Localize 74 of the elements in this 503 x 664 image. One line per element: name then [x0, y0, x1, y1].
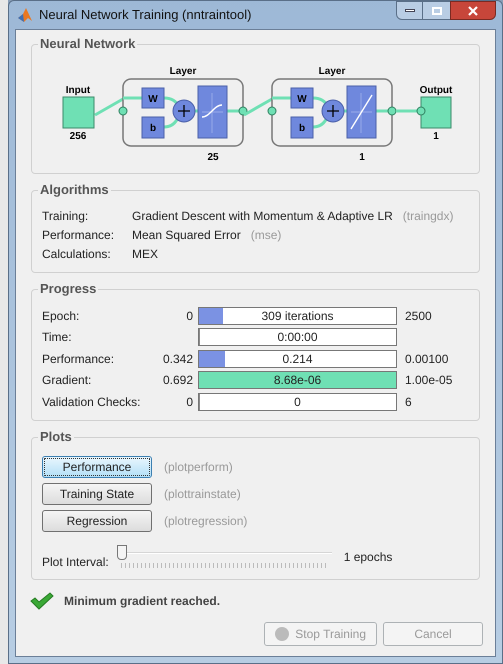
layer-label: Layer: [169, 66, 196, 77]
start-value: 0: [186, 394, 193, 411]
weight-block: [290, 88, 313, 108]
algorithm-value: Gradient Descent with Momentum & Adaptive LR: [132, 208, 393, 225]
output-block: [420, 96, 451, 128]
progress-value: 0.214: [282, 350, 313, 368]
progress-value: 309 iterations: [261, 308, 334, 325]
connection-line: [396, 110, 416, 112]
progress-label: Time:: [42, 329, 73, 346]
end-value: 2500: [404, 308, 432, 325]
minimize-button[interactable]: [396, 1, 423, 20]
layer-label: Layer: [318, 66, 345, 77]
algorithm-value: Mean Squared Error: [132, 227, 241, 244]
close-button[interactable]: [450, 1, 496, 20]
bias-label: b: [298, 123, 305, 134]
maximize-button[interactable]: [423, 1, 450, 20]
bias-block: [290, 116, 313, 138]
slider-value: 1 epochs: [344, 548, 392, 566]
bias-block: [141, 116, 164, 138]
group-title: Progress: [38, 281, 98, 297]
connector-dot-icon: [118, 106, 127, 116]
checkmark-icon: [30, 592, 54, 610]
output-size: 1: [432, 131, 438, 142]
end-value: 0.00100: [404, 350, 448, 368]
function-name: (plottrainstate): [164, 486, 241, 502]
progress-label: Performance:: [42, 350, 116, 368]
function-name: (mse): [250, 227, 282, 244]
progress-value: 0: [294, 394, 301, 411]
transfer-function-block: [346, 86, 376, 138]
start-value: 0.692: [162, 372, 193, 390]
start-value: 0.342: [162, 350, 193, 368]
progress-label: Epoch:: [42, 308, 80, 325]
output-label: Output: [419, 85, 452, 96]
slider-label: Plot Interval:: [42, 554, 109, 570]
algorithm-label: Calculations:: [42, 246, 112, 263]
plot-button[interactable]: Training State: [42, 482, 152, 504]
function-name: (plotperform): [164, 458, 233, 476]
connector-dot-icon: [267, 106, 276, 116]
app-logo-icon: [17, 7, 33, 23]
plot-button[interactable]: Performance: [42, 456, 152, 478]
plot-button[interactable]: Regression: [42, 510, 152, 532]
layer-size: 25: [206, 152, 218, 163]
progress-label: Gradient:: [42, 372, 92, 390]
function-name: (plotregression): [164, 512, 248, 530]
end-value: 6: [404, 394, 412, 411]
group-title: Algorithms: [38, 182, 111, 198]
sum-icon: [172, 100, 195, 122]
bias-label: b: [149, 123, 156, 134]
window-title: Neural Network Training (nntraintool): [39, 6, 252, 24]
algorithm-label: Training:: [42, 208, 90, 225]
close-icon: [468, 6, 478, 16]
start-value: 0: [186, 308, 193, 325]
layer-size: 1: [358, 152, 364, 163]
transfer-function-block: [197, 86, 227, 138]
slider-thumb[interactable]: [116, 544, 127, 560]
sum-icon: [321, 100, 344, 122]
input-size: 256: [69, 131, 86, 142]
function-name: (traingdx): [402, 208, 454, 225]
input-block: [62, 96, 94, 128]
progress-value: 0:00:00: [277, 329, 318, 346]
group-title: Plots: [38, 428, 74, 444]
algorithm-label: Performance:: [42, 227, 116, 244]
connector-dot-icon: [416, 106, 425, 116]
status-message: Minimum gradient reached.: [64, 592, 220, 610]
end-value: 1.00e-05: [404, 372, 452, 390]
weight-label: W: [148, 94, 158, 105]
weight-block: [141, 88, 164, 108]
input-label: Input: [65, 85, 90, 96]
slider-track[interactable]: [116, 544, 332, 568]
stop-icon: [275, 626, 290, 640]
algorithm-value: MEX: [132, 246, 158, 263]
progress-value: 8.68e-06: [274, 372, 322, 390]
weight-label: W: [296, 94, 306, 105]
progress-label: Validation Checks:: [42, 394, 142, 411]
